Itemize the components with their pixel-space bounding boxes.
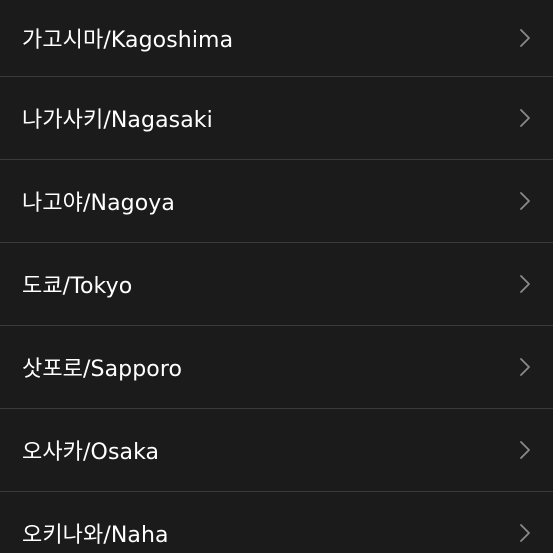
list-item-nagoya[interactable]: 나고야/Nagoya <box>0 160 553 243</box>
list-item-label: 도쿄/Tokyo <box>22 274 133 299</box>
list-item-label: 나가사키/Nagasaki <box>22 108 213 133</box>
chevron-right-icon <box>519 357 531 377</box>
chevron-right-icon <box>519 440 531 460</box>
list-item-osaka[interactable]: 오사카/Osaka <box>0 409 553 492</box>
list-item-sapporo[interactable]: 삿포로/Sapporo <box>0 326 553 409</box>
chevron-right-icon <box>519 28 531 48</box>
chevron-right-icon <box>519 274 531 294</box>
list-item-nagasaki[interactable]: 나가사키/Nagasaki <box>0 77 553 160</box>
chevron-right-icon <box>519 523 531 543</box>
list-item-label: 나고야/Nagoya <box>22 191 175 216</box>
list-item-label: 오키나와/Naha <box>22 523 169 548</box>
list-item-tokyo[interactable]: 도쿄/Tokyo <box>0 243 553 326</box>
list-item-label: 오사카/Osaka <box>22 440 160 465</box>
chevron-right-icon <box>519 191 531 211</box>
chevron-right-icon <box>519 108 531 128</box>
list-item-label: 가고시마/Kagoshima <box>22 28 234 53</box>
city-list: 가고시마/Kagoshima 나가사키/Nagasaki 나고야/Nagoya … <box>0 0 553 553</box>
list-item-naha[interactable]: 오키나와/Naha <box>0 492 553 553</box>
list-item-label: 삿포로/Sapporo <box>22 357 183 382</box>
list-item-kagoshima[interactable]: 가고시마/Kagoshima <box>0 0 553 77</box>
